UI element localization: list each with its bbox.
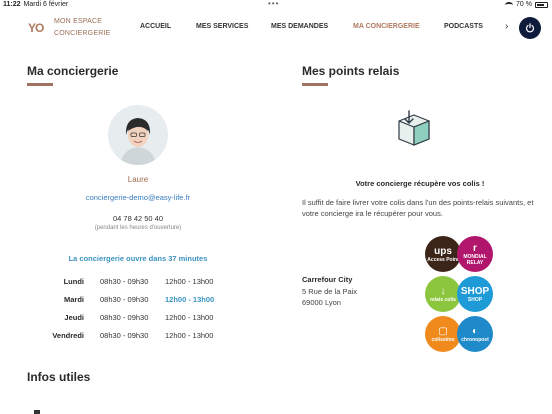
hours-day: Vendredi <box>52 331 84 340</box>
status-time: 11:22 <box>3 1 21 8</box>
relais-colis-logo: ↓ relais colis <box>425 276 461 312</box>
title-underline <box>27 83 53 86</box>
brand-line-2: CONCIERGERIE <box>54 30 111 37</box>
hours-slot-morning: 08h30 - 09h30 <box>100 277 149 286</box>
shop2shop-logo: SHOP SHOP <box>457 276 493 312</box>
brand-name[interactable]: MON ESPACE CONCIERGERIE <box>54 16 110 40</box>
opening-status: La conciergerie ouvre dans 37 minutes <box>68 254 208 263</box>
relais-subtitle: Votre concierge récupère vos colis ! <box>355 179 485 188</box>
hours-slot-noon: 12h00 - 13h00 <box>165 277 214 286</box>
multitasking-dots[interactable]: ••• <box>268 0 279 8</box>
nav-next-chevron-icon[interactable]: › <box>505 21 508 32</box>
brand-line-1: MON ESPACE <box>54 18 103 25</box>
conciergerie-title: Ma conciergerie <box>27 64 119 78</box>
hours-slot-noon: 12h00 - 13h00 <box>165 295 215 304</box>
status-indicators: 70 % <box>505 1 548 8</box>
hours-day: Mardi <box>63 295 84 304</box>
status-bar: 11:22 Mardi 6 février ••• 70 % <box>0 0 552 10</box>
scroll-content-fragment <box>34 410 40 414</box>
concierge-email-link[interactable]: conciergerie-demo@easy-life.fr <box>0 193 276 202</box>
hours-day: Jeudi <box>64 313 84 322</box>
infos-utiles-title: Infos utiles <box>27 370 91 384</box>
app-logo[interactable]: YO <box>28 21 44 35</box>
relay-store-name: Carrefour City <box>302 275 353 284</box>
mondial-relay-logo: r MONDIAL RELAY <box>457 236 493 272</box>
status-date: Mardi 6 février <box>23 1 69 8</box>
hours-slot-noon: 12h00 - 13h00 <box>165 313 214 322</box>
nav-mes-services[interactable]: MES SERVICES <box>196 23 248 30</box>
nav-mes-demandes[interactable]: MES DEMANDES <box>271 23 328 30</box>
hours-slot-morning: 08h30 - 09h30 <box>100 295 149 304</box>
nav-accueil[interactable]: ACCUEIL <box>140 23 171 30</box>
hours-slot-noon: 12h00 - 13h00 <box>165 331 214 340</box>
relais-description: Il suffit de faire livrer votre colis da… <box>302 198 534 218</box>
power-icon <box>525 23 535 33</box>
hours-slot-morning: 08h30 - 09h30 <box>100 313 149 322</box>
top-header: YO MON ESPACE CONCIERGERIE ACCUEIL MES S… <box>0 12 552 44</box>
power-logout-button[interactable] <box>519 17 541 39</box>
nav-ma-conciergerie[interactable]: MA CONCIERGERIE <box>353 23 420 30</box>
battery-percent: 70 % <box>516 1 532 8</box>
concierge-avatar <box>108 105 168 165</box>
title-underline <box>302 83 328 86</box>
concierge-phone[interactable]: 04 78 42 50 40 <box>0 214 276 223</box>
ups-access-point-logo: ups Access Point <box>425 236 461 272</box>
battery-icon <box>535 1 548 8</box>
colissimo-logo: ▢ colissimo <box>425 316 461 352</box>
wifi-icon <box>505 1 514 8</box>
chronopost-logo: ◐ chronopost <box>457 316 493 352</box>
parcel-box-icon <box>395 109 433 149</box>
phone-note: (pendant les heures d'ouverture) <box>94 225 182 231</box>
nav-podcasts[interactable]: PODCASTS <box>444 23 483 30</box>
hours-slot-morning: 08h30 - 09h30 <box>100 331 149 340</box>
address-line-1: 5 Rue de la Paix <box>302 287 358 296</box>
status-time-date: 11:22 Mardi 6 février <box>3 1 68 8</box>
relais-title: Mes points relais <box>302 64 400 78</box>
hours-day: Lundi <box>63 277 84 286</box>
relay-store-address: 5 Rue de la Paix 69000 Lyon <box>302 286 357 308</box>
address-line-2: 69000 Lyon <box>302 298 341 307</box>
concierge-name: Laure <box>127 175 149 184</box>
